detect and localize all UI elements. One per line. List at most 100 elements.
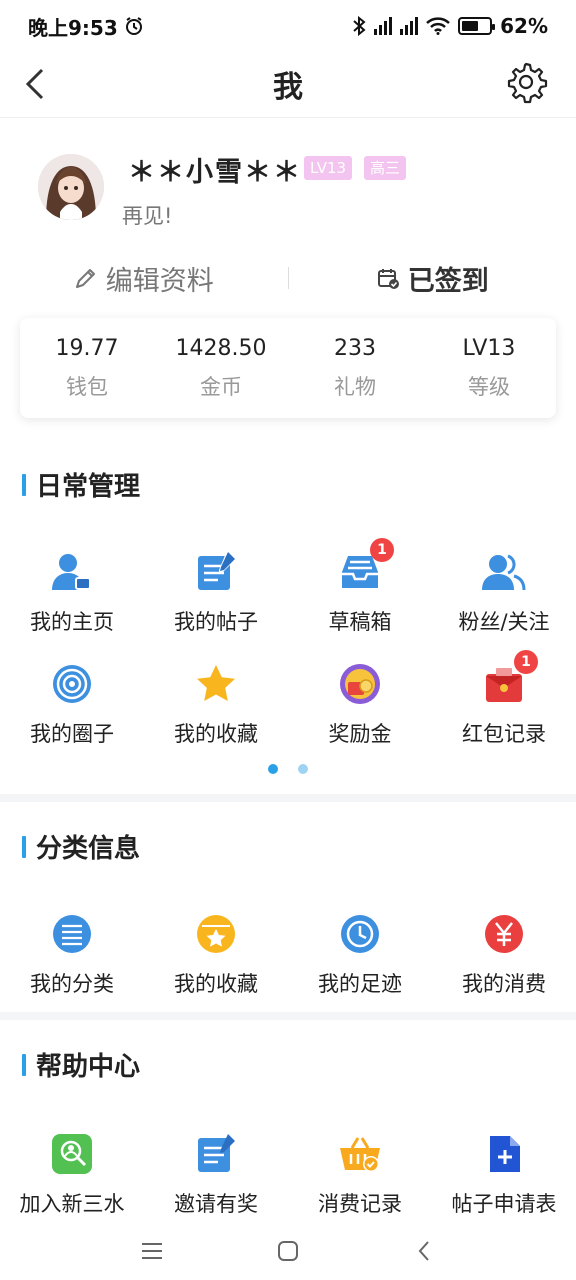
basket-icon <box>338 1132 382 1176</box>
page-dot-active[interactable] <box>268 764 278 774</box>
grid-item-my-spending[interactable]: 我的消费 <box>432 912 576 998</box>
yen-icon <box>482 912 526 956</box>
drafts-icon: 1 <box>338 538 394 594</box>
grid-item-fans-follow[interactable]: 粉丝/关注 <box>432 550 576 636</box>
stat-label: 礼物 <box>334 374 376 399</box>
section-title-category: 分类信息 <box>22 828 140 865</box>
avatar-image <box>38 154 104 220</box>
join-icon <box>50 1132 94 1176</box>
stat-value: 1428.50 <box>175 335 267 361</box>
grid-label: 我的主页 <box>30 610 114 634</box>
stat-wallet[interactable]: 19.77 钱包 <box>20 336 154 401</box>
stat-label: 等级 <box>468 374 510 399</box>
notification-badge: 1 <box>514 650 538 674</box>
grid-label: 奖励金 <box>328 722 392 746</box>
grid-item-drafts[interactable]: 1 草稿箱 <box>288 538 432 636</box>
bluetooth-icon <box>353 16 366 36</box>
battery-percent: 62% <box>500 14 548 38</box>
section-title-text: 日常管理 <box>36 472 141 502</box>
circle-icon <box>50 662 94 706</box>
avatar[interactable] <box>38 154 104 220</box>
profile-section: ＊＊小雪＊＊ LV13 高三 再见! <box>0 120 576 240</box>
apply-form-icon <box>482 1132 526 1176</box>
status-right: 62% <box>352 14 548 38</box>
grid-item-red-packet[interactable]: 1 红包记录 <box>432 650 576 748</box>
grade-badge: 高三 <box>364 156 407 180</box>
level-badge: LV13 <box>304 156 353 180</box>
grid-label: 我的帖子 <box>174 610 258 634</box>
post-icon <box>194 550 238 594</box>
battery-icon <box>458 17 496 35</box>
grid-item-my-footprints[interactable]: 我的足迹 <box>288 912 432 998</box>
grid-label: 帖子申请表 <box>451 1192 557 1216</box>
system-navigation-bar <box>0 1222 576 1280</box>
section-gap <box>0 794 576 802</box>
pencil-icon <box>75 269 95 288</box>
page-title: 我 <box>273 70 303 105</box>
help-grid: 加入新三水 邀请有奖 消费记录 帖子申请表 <box>0 1132 576 1218</box>
category-grid: 我的分类 我的收藏 我的足迹 我的消费 <box>0 912 576 998</box>
fans-icon <box>482 550 526 594</box>
invite-icon <box>194 1132 238 1176</box>
stat-label: 金币 <box>200 374 242 399</box>
grid-label: 我的分类 <box>30 972 114 996</box>
menu-icon <box>142 1243 162 1259</box>
section-title-text: 分类信息 <box>36 834 141 864</box>
grid-item-my-favorites[interactable]: 我的收藏 <box>144 662 288 748</box>
favorite-icon <box>194 912 238 956</box>
grid-item-my-posts[interactable]: 我的帖子 <box>144 550 288 636</box>
grid-item-join[interactable]: 加入新三水 <box>0 1132 144 1218</box>
stat-coins[interactable]: 1428.50 金币 <box>154 336 288 401</box>
clock-time: 晚上9:53 <box>28 15 118 40</box>
status-bar: 晚上9:53 62% <box>0 0 576 52</box>
clock-icon <box>338 912 382 956</box>
section-bar <box>22 473 26 496</box>
app-header: 我 <box>0 52 576 118</box>
section-bar <box>22 835 26 858</box>
grid-label: 我的收藏 <box>174 722 258 746</box>
grid-label: 我的足迹 <box>318 972 402 996</box>
stat-label: 钱包 <box>66 374 108 399</box>
user-home-icon <box>50 550 94 594</box>
grid-item-invite[interactable]: 邀请有奖 <box>144 1132 288 1218</box>
list-icon <box>50 912 94 956</box>
stat-level[interactable]: LV13 等级 <box>422 336 556 401</box>
status-left: 晚上9:53 <box>28 12 144 41</box>
user-signature: 再见! <box>122 204 173 228</box>
grid-label: 加入新三水 <box>19 1192 125 1216</box>
section-title-text: 帮助中心 <box>36 1052 141 1082</box>
grid-label: 我的圈子 <box>30 722 114 746</box>
settings-button[interactable] <box>504 60 548 104</box>
calendar-check-icon <box>377 269 399 289</box>
home-square-icon <box>278 1241 298 1261</box>
section-gap <box>0 1012 576 1020</box>
stat-value: 19.77 <box>55 335 119 361</box>
grid-label: 红包记录 <box>462 722 546 746</box>
menu-button[interactable] <box>138 1237 166 1265</box>
signal-2-icon <box>400 17 419 35</box>
checkin-button[interactable]: 已签到 <box>289 259 576 298</box>
back-arrow-icon <box>418 1241 429 1261</box>
daily-grid-row-2: 我的圈子 我的收藏 奖励金 1 红包记录 <box>0 650 576 748</box>
username: ＊＊小雪＊＊ <box>128 157 302 188</box>
grid-item-my-categories[interactable]: 我的分类 <box>0 912 144 998</box>
daily-grid-row-1: 我的主页 我的帖子 1 草稿箱 粉丝/关注 <box>0 538 576 636</box>
stat-gifts[interactable]: 233 礼物 <box>288 336 422 401</box>
system-back-button[interactable] <box>410 1237 438 1265</box>
grid-label: 我的收藏 <box>174 972 258 996</box>
grid-item-my-circles[interactable]: 我的圈子 <box>0 662 144 748</box>
edit-profile-button[interactable]: 编辑资料 <box>0 259 288 298</box>
page-dot[interactable] <box>298 764 308 774</box>
stat-value: 233 <box>334 335 376 361</box>
section-title-daily: 日常管理 <box>22 466 140 503</box>
grid-item-reward[interactable]: 奖励金 <box>288 662 432 748</box>
grid-item-my-homepage[interactable]: 我的主页 <box>0 550 144 636</box>
grid-item-spending-record[interactable]: 消费记录 <box>288 1132 432 1218</box>
grid-item-my-collection[interactable]: 我的收藏 <box>144 912 288 998</box>
grid-item-post-application[interactable]: 帖子申请表 <box>432 1132 576 1218</box>
home-button[interactable] <box>274 1237 302 1265</box>
gear-icon <box>507 62 548 104</box>
checkin-label: 已签到 <box>407 265 489 297</box>
edit-profile-label: 编辑资料 <box>105 265 214 297</box>
star-icon <box>194 662 238 706</box>
